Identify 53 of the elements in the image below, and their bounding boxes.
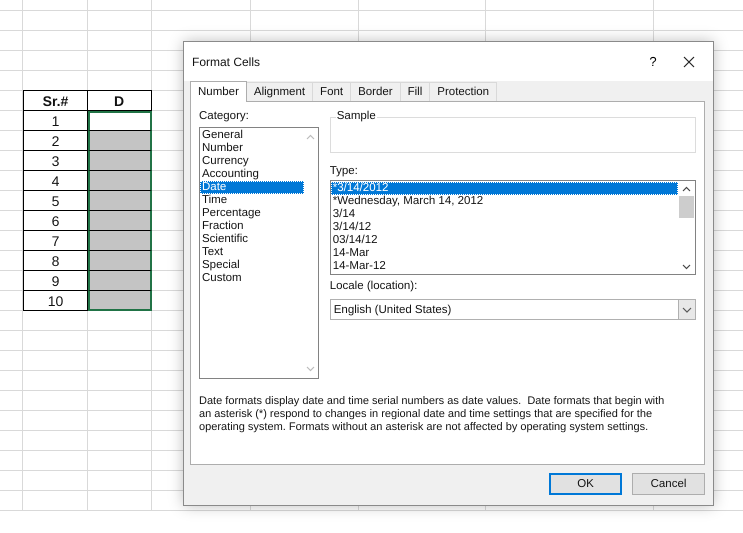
column-header: Sr.#	[23, 90, 88, 111]
selected-cell[interactable]	[88, 271, 152, 291]
type-item[interactable]: 14-Mar	[330, 247, 678, 260]
category-item[interactable]: Special	[200, 259, 304, 272]
category-item[interactable]: Date	[200, 181, 304, 194]
category-label: Category:	[199, 110, 250, 124]
locale-label: Locale (location):	[330, 280, 418, 294]
scrollbar-thumb[interactable]	[679, 196, 694, 218]
category-item[interactable]: Custom	[200, 272, 304, 285]
scroll-up-icon[interactable]	[682, 186, 691, 192]
cancel-button[interactable]: Cancel	[632, 473, 705, 495]
category-item[interactable]: Fraction	[200, 220, 304, 233]
category-item[interactable]: General	[200, 129, 304, 142]
selected-cell[interactable]	[88, 231, 152, 251]
selected-cell[interactable]	[88, 191, 152, 211]
selected-cell[interactable]	[88, 171, 152, 191]
type-item[interactable]: *3/14/2012	[330, 182, 678, 195]
category-item[interactable]: Text	[200, 246, 304, 259]
type-item[interactable]: 3/14/12	[330, 221, 678, 234]
tab[interactable]: Font	[313, 82, 352, 101]
tab[interactable]: Border	[351, 82, 401, 101]
category-item[interactable]: Percentage	[200, 207, 304, 220]
close-icon[interactable]	[683, 56, 695, 68]
tab[interactable]: Alignment	[246, 82, 314, 101]
help-button[interactable]: ?	[641, 54, 665, 69]
type-item[interactable]: 3/14	[330, 208, 678, 221]
category-item[interactable]: Currency	[200, 155, 304, 168]
tab[interactable]: Protection	[430, 82, 498, 101]
type-item[interactable]: *Wednesday, March 14, 2012	[330, 195, 678, 208]
selected-cell[interactable]	[88, 211, 152, 231]
type-item[interactable]: 14-Mar-12	[330, 260, 678, 273]
tab[interactable]: Fill	[400, 82, 430, 101]
sample-label: Sample	[336, 110, 377, 122]
type-item[interactable]: 03/14/12	[330, 234, 678, 247]
locale-dropdown[interactable]: English (United States)	[330, 299, 696, 320]
selected-cell[interactable]	[88, 291, 152, 311]
description-text: Date formats display date and time serial numbers as date values. Date formats that begin with an asterisk (*) respond to changes in regional date and time settings that are specified for the operating system. Formats without an asterisk are not affected by operating system settings.	[199, 395, 666, 434]
category-item[interactable]: Accounting	[200, 168, 304, 181]
selected-cell[interactable]	[88, 251, 152, 271]
window-title: Format Cells	[192, 54, 262, 68]
scroll-down-icon[interactable]	[682, 264, 691, 270]
type-label: Type:	[330, 165, 359, 179]
category-item[interactable]: Time	[200, 194, 304, 207]
ok-button[interactable]: OK	[549, 473, 622, 495]
selected-cell[interactable]	[88, 151, 152, 171]
selected-cell[interactable]	[88, 111, 152, 131]
type-list[interactable]: *3/14/2012 *Wednesday, March 14, 2012 3/14 3/14/12 03/14/12 14-Mar 14-Mar-12	[330, 180, 696, 275]
category-item[interactable]: Scientific	[200, 233, 304, 246]
selected-cell[interactable]	[88, 131, 152, 151]
tab[interactable]: Number	[190, 81, 247, 102]
category-item[interactable]: Number	[200, 142, 304, 155]
category-list[interactable]: General Number Currency Accounting Date Time Percentage Fraction Scientific Text Special Custom	[199, 127, 319, 379]
chevron-down-icon	[682, 306, 692, 312]
